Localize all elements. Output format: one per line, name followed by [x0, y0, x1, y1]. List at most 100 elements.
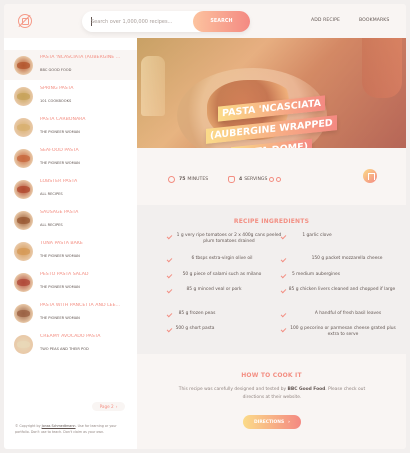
result-title: LOBSTER PASTA [40, 179, 78, 184]
ingredients-section: RECIPE INGREDIENTS 1 g very ripe tomatoe… [137, 205, 406, 354]
food-image [17, 310, 30, 317]
result-title: SPRING PASTA [40, 86, 74, 91]
copyright-author-link[interactable]: Jonas Schmedtmann [42, 424, 76, 428]
directions-section: HOW TO COOK IT This recipe was carefully… [137, 354, 406, 449]
servings-value: 4 [239, 177, 243, 182]
food-image [17, 279, 30, 286]
recipe-title: PASTA 'NCASCIATA (AUBERGINE WRAPPED PAST… [137, 95, 406, 148]
result-thumbnail [14, 87, 33, 106]
arrow-right-icon: › [115, 404, 118, 409]
result-publisher: THE PIONEER WOMAN [40, 254, 80, 258]
search-results: PASTA 'NCASCIATA (AUBERGINE ... BBC GOOD… [4, 38, 137, 449]
search-input[interactable] [91, 14, 189, 29]
check-icon [166, 233, 173, 240]
directions-heading: HOW TO COOK IT [241, 372, 302, 379]
result-item[interactable]: SPRING PASTA 101 COOKBOOKS [4, 81, 137, 111]
copyright-text: © Copyright by Jonas Schmedtmann. Use fo… [15, 424, 131, 435]
result-item[interactable]: PESTO PASTA SALAD THE PIONEER WOMAN [4, 267, 137, 297]
ingredient-item: 1 g very ripe tomatoes or 2 x 400g cans … [176, 233, 282, 245]
minutes-label: MINUTES [187, 177, 209, 182]
search-button[interactable]: SEARCH [193, 11, 250, 32]
result-item[interactable]: PASTA WITH PANCETTA AND LEE... THE PIONE… [4, 298, 137, 328]
food-image [17, 341, 30, 348]
result-thumbnail [14, 118, 33, 137]
result-thumbnail [14, 304, 33, 323]
logo-icon[interactable] [18, 14, 32, 28]
result-thumbnail [14, 242, 33, 261]
result-publisher: BBC GOOD FOOD [40, 68, 72, 72]
check-icon [280, 287, 287, 294]
nav-add-recipe[interactable]: ADD RECIPE [311, 18, 340, 23]
result-thumbnail [14, 335, 33, 354]
food-image [17, 186, 30, 193]
result-item[interactable]: TUNA PASTA BAKE THE PIONEER WOMAN [4, 236, 137, 266]
directions-publisher: BBC Good Food [287, 387, 326, 392]
plus-icon[interactable] [276, 177, 282, 182]
ingredient-item: A handful of fresh basil leaves [314, 311, 382, 316]
food-image [17, 124, 30, 131]
result-publisher: 101 COOKBOOKS [40, 99, 72, 103]
ingredient-item: 100 g pecorino or parmesan cheese grated… [290, 326, 396, 338]
result-title: PASTA 'NCASCIATA (AUBERGINE ... [40, 55, 121, 60]
result-publisher: THE PIONEER WOMAN [40, 285, 80, 289]
recipe-image: PASTA 'NCASCIATA (AUBERGINE WRAPPED PAST… [137, 38, 406, 148]
bookmark-button[interactable] [363, 169, 377, 183]
clock-icon [168, 176, 175, 183]
nav-bookmarks[interactable]: BOOKMARKS [359, 18, 389, 23]
minutes-value: 75 [179, 177, 186, 182]
directions-button[interactable]: DIRECTIONS › [243, 415, 301, 429]
directions-button-label: DIRECTIONS [254, 419, 285, 425]
directions-text-start: This recipe was carefully designed and t… [178, 387, 287, 392]
check-icon [280, 311, 287, 318]
result-thumbnail [14, 273, 33, 292]
result-item[interactable]: SAUSAGE PASTA ALL RECIPES [4, 205, 137, 235]
result-title: TUNA PASTA BAKE [40, 241, 83, 246]
result-title: SAUSAGE PASTA [40, 210, 79, 215]
result-item[interactable]: SEAFOOD PASTA THE PIONEER WOMAN [4, 143, 137, 173]
pagination-button[interactable]: Page 2 › [92, 402, 125, 411]
directions-text: This recipe was carefully designed and t… [172, 386, 372, 402]
result-thumbnail [14, 149, 33, 168]
check-icon [280, 326, 287, 333]
ingredient-item: 6 tbsps extra-virgin olive oil [191, 256, 253, 261]
food-image [17, 93, 30, 100]
copyright-prefix: © Copyright by [15, 424, 41, 428]
result-publisher: ALL RECIPES [40, 192, 63, 196]
result-publisher: TWO PEAS AND THEIR POD [40, 347, 89, 351]
recipe-details: 75 MINUTES 4 SERVINGS [137, 148, 406, 205]
result-item[interactable]: PASTA 'NCASCIATA (AUBERGINE ... BBC GOOD… [4, 50, 137, 80]
search-form: SEARCH [82, 11, 250, 32]
result-publisher: THE PIONEER WOMAN [40, 316, 80, 320]
result-title: SEAFOOD PASTA [40, 148, 79, 153]
minus-icon[interactable] [269, 177, 275, 182]
result-item[interactable]: PASTA CARBONARA THE PIONEER WOMAN [4, 112, 137, 142]
result-item[interactable]: CREAMY AVOCADO PASTA TWO PEAS AND THEIR … [4, 329, 137, 359]
ingredient-item: 500 g short pasta [175, 326, 215, 331]
food-image [17, 217, 30, 224]
result-publisher: THE PIONEER WOMAN [40, 130, 80, 134]
result-title: PESTO PASTA SALAD [40, 272, 89, 277]
result-item[interactable]: LOBSTER PASTA ALL RECIPES [4, 174, 137, 204]
arrow-right-icon: › [288, 419, 290, 425]
pager-label: Page 2 [99, 404, 114, 409]
recipe-title-line: PASTA DOME) [231, 138, 312, 148]
result-thumbnail [14, 56, 33, 75]
result-thumbnail [14, 211, 33, 230]
result-title: CREAMY AVOCADO PASTA [40, 334, 101, 339]
app-window: SEARCH ADD RECIPE BOOKMARKS PASTA 'NCASC… [4, 4, 406, 449]
ingredient-item: 85 g chicken livers cleaned and chopped … [288, 287, 396, 292]
ingredient-item: 5 medium aubergines [291, 272, 341, 277]
header: SEARCH ADD RECIPE BOOKMARKS [4, 4, 406, 38]
ingredient-item: 85 g minced veal or pork [186, 287, 242, 292]
people-icon [228, 176, 235, 183]
recipe-view: PASTA 'NCASCIATA (AUBERGINE WRAPPED PAST… [137, 38, 406, 449]
result-publisher: ALL RECIPES [40, 223, 63, 227]
servings-label: SERVINGS [244, 177, 268, 182]
ingredient-item: 1 garlic clove [302, 233, 332, 238]
food-image [17, 62, 30, 69]
cooking-time: 75 MINUTES [168, 176, 208, 183]
result-title: PASTA CARBONARA [40, 117, 86, 122]
check-icon [280, 233, 287, 240]
ingredient-item: 50 g piece of salami such as milano [182, 272, 262, 277]
result-thumbnail [14, 180, 33, 199]
